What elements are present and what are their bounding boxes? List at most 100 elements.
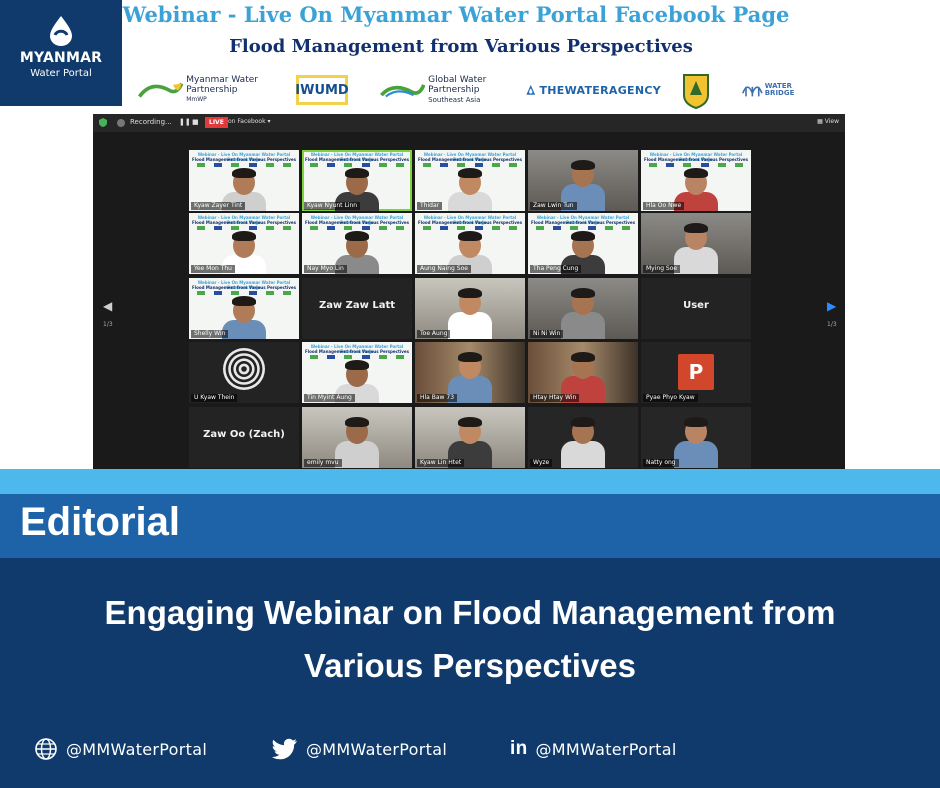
twitter-bird-icon bbox=[272, 738, 297, 760]
participant-display-name: Zaw Zaw Latt bbox=[318, 300, 396, 311]
slide-subtitle-thumbnail: Flood Management from Various Perspectiv… bbox=[305, 220, 409, 225]
participant-name-label: Wyze bbox=[530, 459, 553, 467]
partner-logo-forest bbox=[682, 70, 712, 110]
participant-tile[interactable]: Webinar - Live On Myanmar Water Portal F… bbox=[415, 213, 525, 274]
view-toggle[interactable]: ▦ View bbox=[817, 118, 839, 125]
partner-logo-iwumd: IWUMD bbox=[295, 70, 351, 110]
participant-name-label: Toe Aung bbox=[417, 330, 451, 338]
participant-tile[interactable]: Webinar - Live On Myanmar Water Portal F… bbox=[415, 150, 525, 211]
water-agency-label: THEWATERAGENCY bbox=[539, 83, 661, 97]
participant-tile[interactable]: Webinar - Live On Myanmar Water Portal F… bbox=[189, 278, 299, 339]
participant-tile[interactable]: Wyze bbox=[528, 407, 638, 468]
participant-name-label: emily mvu bbox=[304, 459, 342, 467]
zoom-meeting-screenshot: Recording... ❚❚ ■ LIVE on Facebook ▾ ▦ V… bbox=[93, 114, 845, 469]
recording-status: Recording... bbox=[130, 118, 172, 126]
participant-display-name: Zaw Oo (Zach) bbox=[203, 429, 285, 440]
partner-logo-water-agency: THEWATERAGENCY bbox=[526, 70, 661, 110]
participant-name-label: Natty ong bbox=[643, 459, 679, 467]
participant-name-label: Tin Myint Aung bbox=[304, 394, 355, 402]
gwp-swoosh-icon bbox=[380, 84, 426, 98]
participant-tile[interactable]: Kyaw Lin Htet bbox=[415, 407, 525, 468]
stop-recording-icon[interactable]: ■ bbox=[192, 118, 199, 126]
live-on-facebook-dropdown[interactable]: on Facebook ▾ bbox=[228, 118, 271, 125]
powerpoint-avatar-icon: P bbox=[678, 354, 714, 390]
slide-subtitle-thumbnail: Flood Management from Various Perspectiv… bbox=[305, 349, 409, 354]
participant-tile[interactable]: Zaw Lwin Tun bbox=[528, 150, 638, 211]
participant-name-label: Kyaw Lin Htet bbox=[417, 459, 465, 467]
spiral-avatar-icon bbox=[223, 348, 265, 390]
slide-subtitle-thumbnail: Flood Management from Various Perspectiv… bbox=[192, 220, 296, 225]
participant-tile[interactable]: Zaw Oo (Zach) bbox=[189, 407, 299, 468]
participant-tile[interactable]: Webinar - Live On Myanmar Water Portal F… bbox=[528, 213, 638, 274]
linkedin-icon: in bbox=[510, 738, 528, 759]
participant-name-label: Kyaw Zayer Tint bbox=[191, 202, 246, 210]
twitter-handle-text: @MMWaterPortal bbox=[306, 739, 448, 759]
twitter-handle[interactable]: @MMWaterPortal bbox=[272, 737, 447, 761]
gwp-region: Southeast Asia bbox=[428, 96, 481, 104]
participant-tile[interactable]: Zaw Zaw Latt bbox=[302, 278, 412, 339]
editorial-label: Editorial bbox=[20, 500, 181, 544]
participant-tile[interactable]: Toe Aung bbox=[415, 278, 525, 339]
partner-logo-water-bridge: WATER BRIDGE bbox=[742, 70, 812, 110]
slide-subtitle-thumbnail: Flood Management from Various Perspectiv… bbox=[418, 157, 522, 162]
slide-subtitle-thumbnail: Flood Management from Various Perspectiv… bbox=[644, 157, 748, 162]
participant-tile[interactable]: Natty ong bbox=[641, 407, 751, 468]
participant-name-label: Zaw Lwin Tun bbox=[530, 202, 577, 210]
participant-tile[interactable]: emily mvu bbox=[302, 407, 412, 468]
webinar-subtitle: Flood Management from Various Perspectiv… bbox=[229, 36, 693, 57]
mwp-swoosh-icon bbox=[138, 82, 184, 98]
participant-tile[interactable]: U Kyaw Thein bbox=[189, 342, 299, 403]
participant-name-label: Mying Soe bbox=[643, 265, 681, 273]
participant-tile[interactable]: Webinar - Live On Myanmar Water Portal F… bbox=[302, 150, 412, 211]
editorial-banner: MYANMAR Water Portal Webinar - Live On M… bbox=[0, 0, 940, 788]
slide-subtitle-thumbnail: Flood Management from Various Perspectiv… bbox=[192, 157, 296, 162]
security-shield-icon bbox=[99, 118, 107, 127]
iwumd-label: IWUMD bbox=[295, 75, 349, 105]
water-bridge-label: WATER BRIDGE bbox=[764, 82, 795, 97]
mwp-name: Myanmar Water Partnership bbox=[186, 75, 258, 95]
participant-tile[interactable]: Ni Ni Win bbox=[528, 278, 638, 339]
webinar-title: Webinar - Live On Myanmar Water Portal F… bbox=[122, 2, 790, 27]
water-agency-drop-icon bbox=[526, 84, 536, 95]
brand-subtitle: Water Portal bbox=[30, 68, 92, 79]
editorial-label-bar: Editorial bbox=[0, 494, 940, 558]
accent-stripe bbox=[0, 469, 940, 494]
forest-shield-icon bbox=[683, 74, 709, 109]
view-label: View bbox=[824, 118, 839, 125]
participant-name-label: Kyaw Nyunt Linn bbox=[304, 202, 361, 210]
zoom-toolbar: Recording... ❚❚ ■ LIVE on Facebook ▾ ▦ V… bbox=[93, 114, 845, 132]
participant-tile[interactable]: Webinar - Live On Myanmar Water Portal F… bbox=[302, 342, 412, 403]
headline-line-2: Various Perspectives bbox=[303, 647, 637, 684]
participant-tile[interactable]: Mying Soe bbox=[641, 213, 751, 274]
participant-name-label: Nay Myo Lin bbox=[304, 265, 347, 273]
participant-name-label: Ni Ni Win bbox=[530, 330, 564, 338]
slide-subtitle-thumbnail: Flood Management from Various Perspectiv… bbox=[418, 220, 522, 225]
participant-tile[interactable]: Webinar - Live On Myanmar Water Portal F… bbox=[302, 213, 412, 274]
next-page-arrow-icon[interactable]: ▶ bbox=[827, 299, 836, 313]
participant-tile[interactable]: Htay Htay Win bbox=[528, 342, 638, 403]
water-bridge-icon bbox=[742, 86, 763, 97]
participant-name-label: Aung Naing Soe bbox=[417, 265, 471, 273]
myanmar-water-portal-logo[interactable]: MYANMAR Water Portal bbox=[0, 0, 122, 106]
participant-tile[interactable]: Webinar - Live On Myanmar Water Portal F… bbox=[641, 150, 751, 211]
participant-name-label: Shelly Win bbox=[191, 330, 229, 338]
previous-page-arrow-icon[interactable]: ◀ bbox=[103, 299, 112, 313]
article-headline: Engaging Webinar on Flood Management fro… bbox=[60, 586, 880, 692]
participant-name-label: Htay Htay Win bbox=[530, 394, 580, 402]
participant-tile[interactable]: Webinar - Live On Myanmar Water Portal F… bbox=[189, 213, 299, 274]
pause-recording-icon[interactable]: ❚❚ bbox=[179, 118, 191, 126]
linkedin-handle[interactable]: in @MMWaterPortal bbox=[510, 737, 677, 761]
headline-panel: Engaging Webinar on Flood Management fro… bbox=[0, 558, 940, 788]
participant-tile[interactable]: Webinar - Live On Myanmar Water Portal F… bbox=[189, 150, 299, 211]
live-badge: LIVE bbox=[205, 117, 228, 128]
website-handle[interactable]: @MMWaterPortal bbox=[34, 737, 207, 761]
partner-logo-mwp: Myanmar Water Partnership MmWP bbox=[138, 70, 278, 110]
participant-tile[interactable]: P Pyae Phyo Kyaw bbox=[641, 342, 751, 403]
brand-name: MYANMAR bbox=[19, 50, 103, 66]
headline-line-1: Engaging Webinar on Flood Management fro… bbox=[104, 594, 836, 631]
participant-tile[interactable]: Hla Baw 73 bbox=[415, 342, 525, 403]
globe-icon bbox=[35, 738, 57, 760]
participant-tile[interactable]: User bbox=[641, 278, 751, 339]
partner-logo-gwp: Global Water Partnership Southeast Asia bbox=[380, 70, 510, 110]
participant-display-name: User bbox=[683, 300, 709, 311]
